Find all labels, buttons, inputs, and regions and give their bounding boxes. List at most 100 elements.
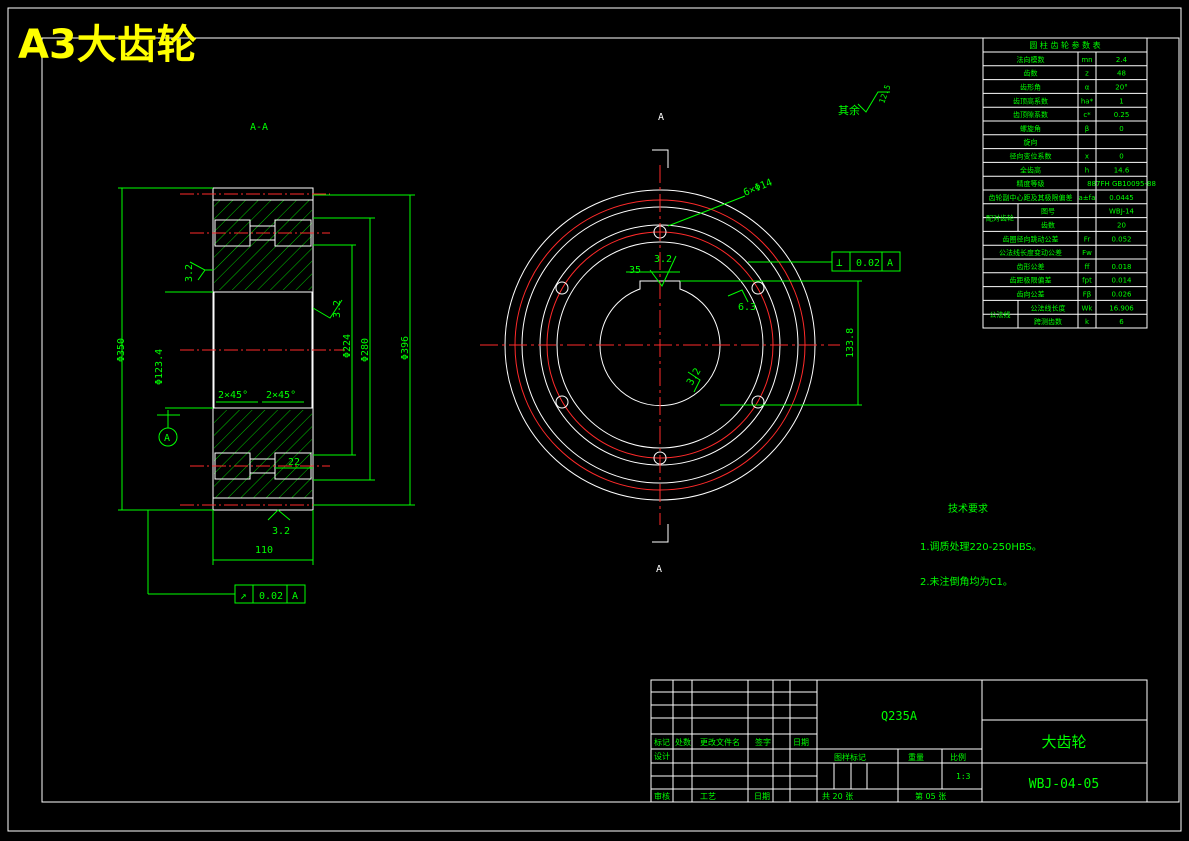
key-width: 35 bbox=[629, 265, 641, 276]
param-value: 2.4 bbox=[1116, 56, 1128, 64]
ra-bore: 3.2 bbox=[685, 366, 704, 387]
param-name: 齿顶隙系数 bbox=[1013, 110, 1048, 119]
param-value: 48 bbox=[1117, 70, 1126, 78]
dim-d224: Φ224 bbox=[342, 334, 353, 358]
param-group: 配对齿轮 bbox=[986, 213, 1014, 222]
param-value: 0.25 bbox=[1114, 111, 1130, 119]
param-value: 0.052 bbox=[1111, 235, 1131, 243]
param-value: 6 bbox=[1119, 318, 1124, 326]
param-symbol: ff bbox=[1085, 263, 1090, 271]
tech-req-item-1: 1.调质处理220-250HBS。 bbox=[920, 541, 1042, 553]
key-depth: 133.8 bbox=[845, 328, 856, 358]
param-symbol: Fr bbox=[1084, 235, 1091, 243]
param-symbol: c* bbox=[1083, 111, 1091, 119]
param-table-title: 圆 柱 齿 轮 参 数 表 bbox=[1029, 40, 1100, 50]
scale-value: 1:3 bbox=[956, 772, 971, 781]
param-name: 精度等级 bbox=[1017, 179, 1045, 188]
sheet-title: A3大齿轮 bbox=[18, 22, 197, 68]
param-name: 跨测齿数 bbox=[1034, 317, 1062, 326]
tb-review: 审核 bbox=[654, 791, 670, 801]
perp-datum: A bbox=[887, 258, 893, 269]
param-value: 16.906 bbox=[1109, 304, 1134, 312]
tech-requirements: 技术要求 1.调质处理220-250HBS。 2.未注倒角均为C1。 bbox=[920, 502, 1042, 588]
ra-side: 6.3 bbox=[738, 302, 756, 313]
param-symbol: Fβ bbox=[1083, 291, 1092, 299]
param-group: 公法线 bbox=[990, 310, 1011, 319]
roughness-value: 12.5 bbox=[877, 83, 892, 104]
ra-right: 3.2 bbox=[332, 300, 343, 318]
sheet-number: 第 05 张 bbox=[915, 791, 946, 801]
dim-width: 110 bbox=[255, 545, 273, 556]
tech-req-item-2: 2.未注倒角均为C1。 bbox=[920, 575, 1013, 588]
ra-bottom: 3.2 bbox=[272, 526, 290, 537]
outer-border bbox=[7, 7, 1182, 832]
drawing-number: WBJ-04-05 bbox=[1029, 777, 1099, 792]
dim-d123: Φ123.4 bbox=[154, 349, 165, 385]
param-name: 齿形公差 bbox=[1017, 262, 1045, 271]
sheets-total: 共 20 张 bbox=[822, 792, 853, 801]
param-name: 齿数 bbox=[1024, 69, 1038, 78]
tb-stage: 图样标记 bbox=[834, 752, 866, 762]
param-name: 齿向公差 bbox=[1017, 290, 1045, 299]
section-label: A-A bbox=[250, 122, 268, 133]
dim-d350: Φ350 bbox=[116, 338, 127, 362]
param-symbol: Wk bbox=[1082, 304, 1094, 312]
param-name: 齿顶高系数 bbox=[1013, 96, 1048, 105]
param-name: 法向模数 bbox=[1017, 55, 1045, 64]
chamfer-right: 2×45° bbox=[266, 390, 296, 401]
param-name: 齿形角 bbox=[1020, 83, 1041, 92]
chamfer-left: 2×45° bbox=[218, 390, 248, 401]
dim-groove: 22 bbox=[288, 457, 300, 468]
param-value: 1 bbox=[1119, 97, 1123, 105]
param-symbol: k bbox=[1085, 318, 1090, 326]
part-name: 大齿轮 bbox=[1041, 733, 1086, 751]
tb-date: 日期 bbox=[793, 738, 809, 747]
param-name: 公法线长度变动公差 bbox=[999, 248, 1062, 257]
param-name: 公法线长度 bbox=[1031, 303, 1066, 312]
tb-date2: 日期 bbox=[754, 792, 770, 801]
holes-callout: 6×Φ14 bbox=[742, 177, 774, 198]
front-view: A A 6×Φ14 35 133.8 3.2 6.3 3.2 ⊥ 0.02 A … bbox=[480, 83, 901, 575]
section-view: A-A Φ350 Φ396 Φ280 Φ224 Φ123.4 110 22 2×… bbox=[116, 122, 415, 604]
parameter-table: 圆 柱 齿 轮 参 数 表 法向模数 mn 2.4 齿数 z 48 齿形角 α 20° 齿顶高系数… bbox=[982, 37, 1156, 329]
param-value: 20 bbox=[1117, 222, 1126, 230]
cut-mark-top: A bbox=[658, 112, 664, 123]
tech-req-title: 技术要求 bbox=[948, 502, 988, 515]
param-name: 全齿高 bbox=[1020, 165, 1041, 174]
tb-design: 设计 bbox=[654, 751, 670, 761]
cad-drawing: A3大齿轮 A-A Φ350 Φ396 Φ280 Φ224 Φ123.4 110… bbox=[7, 7, 1182, 832]
param-name: 图号 bbox=[1041, 208, 1055, 216]
perp-symbol: ⊥ bbox=[836, 256, 843, 269]
material: Q235A bbox=[881, 709, 918, 723]
ra-left: 3.2 bbox=[184, 264, 195, 282]
tb-scale: 比例 bbox=[950, 752, 966, 762]
datum-a-label: A bbox=[164, 433, 170, 444]
param-name: 齿距极限偏差 bbox=[1010, 276, 1052, 285]
param-name: 径向变位系数 bbox=[1010, 152, 1052, 161]
param-name: 旋向 bbox=[1024, 138, 1038, 147]
param-value: WBJ-14 bbox=[1109, 208, 1135, 216]
tb-craft: 工艺 bbox=[700, 792, 716, 801]
title-block: 标记 处数 更改文件名 签字 日期 设计 审核 工艺 日期 Q235A 图样标记… bbox=[650, 679, 1148, 803]
param-symbol: z bbox=[1085, 70, 1089, 78]
param-symbol: ha* bbox=[1081, 97, 1094, 105]
param-symbol: h bbox=[1085, 166, 1089, 174]
param-symbol: a±fa bbox=[1079, 194, 1096, 202]
param-name: 齿数 bbox=[1041, 221, 1055, 230]
param-value: 14.6 bbox=[1114, 166, 1130, 174]
tb-sign: 签字 bbox=[755, 737, 771, 747]
param-value: 0.0445 bbox=[1109, 194, 1134, 202]
ra-key: 3.2 bbox=[654, 254, 672, 265]
runout-value: 0.02 bbox=[259, 591, 283, 602]
param-value: 0 bbox=[1119, 125, 1123, 133]
tb-mark: 标记 bbox=[654, 737, 670, 747]
param-value: 0 bbox=[1119, 153, 1123, 161]
tb-weight: 重量 bbox=[908, 752, 924, 762]
param-value: 887FH GB10095-88 bbox=[1087, 180, 1156, 188]
param-value: 0.018 bbox=[1111, 263, 1131, 271]
param-value: 0.014 bbox=[1111, 277, 1132, 285]
param-symbol: Fw bbox=[1082, 249, 1092, 257]
dim-d280: Φ280 bbox=[360, 338, 371, 362]
cut-mark-bottom: A bbox=[656, 564, 662, 575]
tb-count: 处数 bbox=[675, 737, 691, 747]
